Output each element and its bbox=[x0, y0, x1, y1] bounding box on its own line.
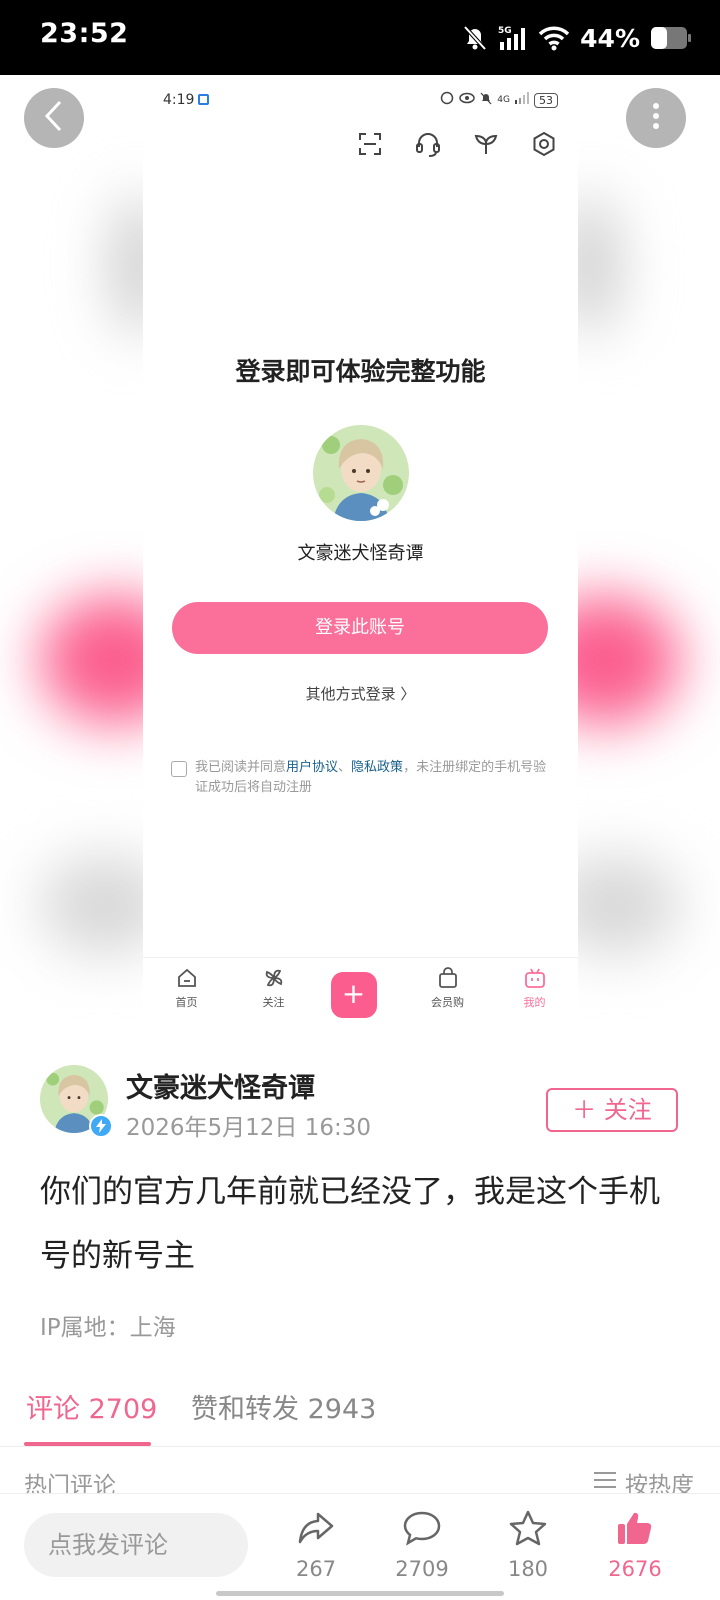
thumbs-up-icon bbox=[590, 1510, 680, 1551]
inner-bottom-nav: 首页 关注 + 会员购 我的 bbox=[143, 957, 578, 1043]
status-icons: 5G 44% bbox=[462, 20, 692, 56]
star-icon bbox=[483, 1510, 573, 1551]
user-agreement-link[interactable]: 用户协议 bbox=[286, 760, 338, 775]
nav-member-shop-label: 会员购 bbox=[431, 996, 464, 1009]
settings-hex-icon[interactable] bbox=[530, 130, 558, 158]
nav-follow[interactable]: 关注 bbox=[244, 958, 304, 1043]
wifi-icon bbox=[538, 25, 570, 51]
inner-status-time: 4:19 bbox=[163, 92, 195, 108]
inner-mute-icon bbox=[480, 92, 492, 109]
ip-location: IP属地：上海 bbox=[40, 1315, 176, 1341]
comment-input[interactable] bbox=[24, 1513, 248, 1577]
notification-square-icon bbox=[198, 94, 210, 105]
bottom-action-bar: 267 2709 180 2676 bbox=[0, 1493, 720, 1600]
agreement-prefix: 我已阅读并同意 bbox=[195, 760, 287, 775]
sprout-icon[interactable] bbox=[472, 130, 500, 158]
post-time: 2026年5月12日 16:30 bbox=[126, 1115, 372, 1141]
share-icon bbox=[271, 1510, 361, 1551]
inner-status-bar: 4:19 4G 53 bbox=[163, 91, 558, 109]
comment-bubble-icon bbox=[377, 1510, 467, 1551]
post-content: 你们的官方几年前就已经没了，我是这个手机号的新号主 bbox=[40, 1174, 660, 1274]
author-name[interactable]: 文豪迷犬怪奇谭 bbox=[126, 1066, 315, 1105]
privacy-policy-link[interactable]: 隐私政策 bbox=[351, 760, 403, 775]
comment-action[interactable]: 2709 bbox=[377, 1510, 467, 1581]
more-vertical-icon bbox=[652, 102, 660, 134]
share-action[interactable]: 267 bbox=[271, 1510, 361, 1581]
tab-comments[interactable]: 评论 2709 bbox=[26, 1387, 157, 1426]
comment-count: 2709 bbox=[395, 1557, 449, 1581]
top-tools bbox=[356, 130, 558, 158]
status-time: 23:52 bbox=[40, 18, 129, 49]
inner-signal-icon bbox=[515, 92, 529, 108]
nav-plus-wrapper: + bbox=[330, 958, 391, 1043]
login-title: 登录即可体验完整功能 bbox=[235, 357, 486, 386]
scan-icon[interactable] bbox=[356, 130, 384, 158]
follow-button[interactable]: ＋ 关注 bbox=[546, 1088, 678, 1132]
nav-home[interactable]: 首页 bbox=[157, 958, 217, 1043]
account-name: 文豪迷犬怪奇谭 bbox=[297, 543, 424, 564]
nav-member-shop[interactable]: 会员购 bbox=[418, 958, 478, 1043]
nav-plus-button[interactable]: + bbox=[330, 972, 377, 1018]
login-screen-capture: 4:19 4G 53 登录即可体验完整功能 文豪迷犬怪奇谭 登录此账号 其他方式… bbox=[143, 75, 578, 1043]
agreement-separator: 、 bbox=[338, 760, 352, 775]
mute-bell-icon bbox=[462, 24, 488, 52]
home-indicator bbox=[216, 1591, 504, 1596]
other-login-link[interactable]: 其他方式登录 〉 bbox=[143, 683, 578, 704]
like-action[interactable]: 2676 bbox=[590, 1510, 680, 1581]
tv-mascot-icon bbox=[523, 966, 547, 990]
agreement-checkbox[interactable] bbox=[171, 761, 187, 777]
chevron-left-icon bbox=[43, 99, 65, 137]
battery-percent: 44% bbox=[580, 23, 640, 53]
inner-privacy-icon bbox=[440, 91, 454, 109]
tab-likes-reposts[interactable]: 赞和转发 2943 bbox=[191, 1387, 376, 1426]
nav-mine[interactable]: 我的 bbox=[505, 958, 565, 1043]
cellular-signal-icon: 5G bbox=[498, 24, 528, 52]
nav-follow-label: 关注 bbox=[262, 996, 285, 1009]
like-count: 2676 bbox=[608, 1557, 662, 1581]
embedded-screenshot: 4:19 4G 53 登录即可体验完整功能 文豪迷犬怪奇谭 登录此账号 其他方式… bbox=[0, 75, 720, 1045]
home-icon bbox=[175, 966, 199, 990]
battery-icon bbox=[650, 25, 692, 51]
verified-lightning-icon bbox=[89, 1114, 113, 1138]
shopping-bag-icon bbox=[436, 966, 460, 990]
svg-text:5G: 5G bbox=[498, 26, 512, 36]
headset-icon[interactable] bbox=[414, 130, 442, 158]
agreement-text: 我已阅读并同意用户协议、隐私政策，未注册绑定的手机号验证成功后将自动注册 bbox=[195, 758, 551, 798]
share-count: 267 bbox=[295, 1557, 337, 1581]
back-button[interactable] bbox=[24, 88, 84, 148]
nav-home-label: 首页 bbox=[175, 996, 198, 1009]
inner-network-label: 4G bbox=[497, 95, 510, 105]
inner-eye-icon bbox=[459, 92, 476, 108]
favorite-count: 180 bbox=[507, 1557, 549, 1581]
login-account-button[interactable]: 登录此账号 bbox=[172, 602, 548, 654]
tab-active-underline bbox=[24, 1442, 151, 1446]
inner-battery: 53 bbox=[534, 92, 558, 108]
account-avatar bbox=[313, 425, 409, 521]
nav-mine-label: 我的 bbox=[523, 996, 546, 1009]
pinwheel-icon bbox=[262, 966, 286, 990]
status-bar: 23:52 5G 44% bbox=[0, 0, 720, 75]
favorite-action[interactable]: 180 bbox=[483, 1510, 573, 1581]
more-options-button[interactable] bbox=[626, 88, 686, 148]
agreement-row: 我已阅读并同意用户协议、隐私政策，未注册绑定的手机号验证成功后将自动注册 bbox=[171, 758, 551, 798]
post-tabs: 评论 2709 赞和转发 2943 bbox=[0, 1375, 720, 1447]
